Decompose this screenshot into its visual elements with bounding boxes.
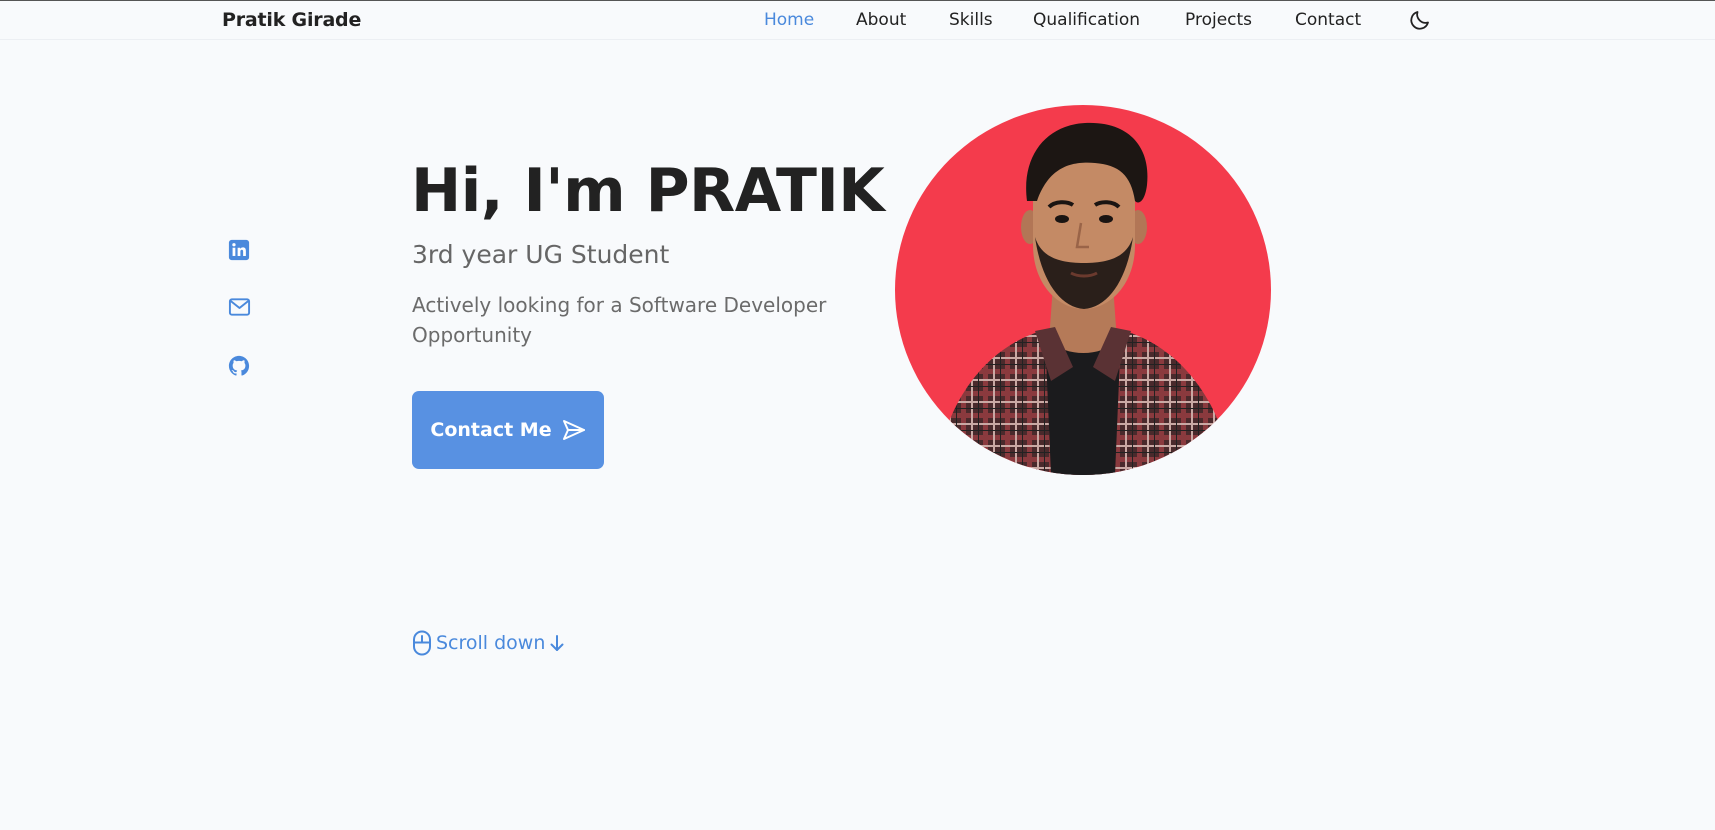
hero-description: Actively looking for a Software Develope… <box>412 293 827 347</box>
nav-contact[interactable]: Contact <box>1295 10 1361 30</box>
send-icon <box>562 420 585 440</box>
linkedin-link[interactable] <box>228 239 250 261</box>
contact-me-label: Contact Me <box>430 419 552 441</box>
profile-illustration <box>935 122 1233 475</box>
arrow-down-icon <box>550 635 564 651</box>
github-link[interactable] <box>228 355 250 377</box>
moon-icon[interactable] <box>1408 8 1432 32</box>
scroll-down-label: Scroll down <box>436 632 546 654</box>
mail-icon <box>228 298 251 316</box>
contact-me-button[interactable]: Contact Me <box>412 391 604 469</box>
site-logo[interactable]: Pratik Girade <box>222 9 361 31</box>
linkedin-icon <box>228 239 250 261</box>
mouse-icon <box>413 630 431 656</box>
nav-home[interactable]: Home <box>764 10 814 30</box>
nav-projects[interactable]: Projects <box>1185 10 1252 30</box>
nav-about[interactable]: About <box>856 10 906 30</box>
nav-qualification[interactable]: Qualification <box>1033 10 1140 30</box>
profile-photo <box>895 105 1271 475</box>
mail-link[interactable] <box>228 297 251 317</box>
nav-skills[interactable]: Skills <box>949 10 993 30</box>
hero-subtitle: 3rd year UG Student <box>412 240 670 269</box>
hero-title: Hi, I'm PRATIK <box>411 156 885 226</box>
github-icon <box>228 355 250 376</box>
scroll-down-link[interactable]: Scroll down <box>412 630 565 656</box>
site-header: Pratik Girade Home About Skills Qualific… <box>0 1 1715 40</box>
